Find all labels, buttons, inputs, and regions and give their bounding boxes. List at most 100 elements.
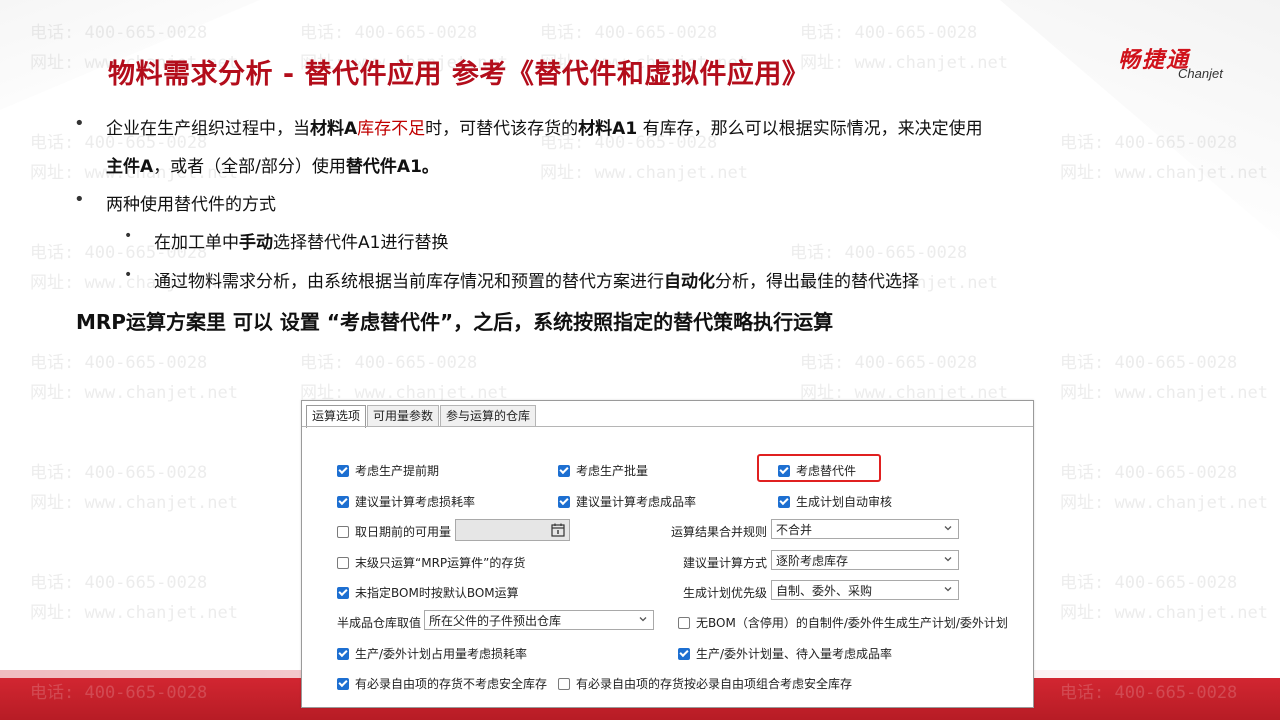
text-run-bold: 替代件A1。: [345, 157, 439, 177]
text-run: 在加工单中: [154, 233, 239, 253]
priority-label: 生成计划优先级: [683, 586, 768, 600]
watermark: 电话: 400-665-0028 网址: www.chanjet.net: [30, 573, 238, 623]
option-loss-rate[interactable]: 建议量计算考虑损耗率: [337, 493, 475, 510]
option-label: 建议量计算考虑成品率: [576, 495, 697, 509]
option-last-level[interactable]: 末级只运算“MRP运算件”的存货: [337, 554, 525, 571]
text-run: 选择替代件A1进行替换: [273, 233, 449, 253]
watermark: 电话: 400-665-0028 网址: www.chanjet.net: [1060, 573, 1268, 623]
checkbox-checked[interactable]: [558, 495, 570, 508]
text-run-bold: 材料A: [310, 119, 358, 139]
merge-rule-select[interactable]: 不合并: [771, 519, 959, 539]
sub-bullet-2: 通过物料需求分析，由系统根据当前库存情况和预置的替代方案进行自动化分析，得出最佳…: [154, 267, 919, 292]
select-value: 所在父件的子件预出仓库: [429, 613, 562, 628]
chevron-down-icon: [639, 617, 647, 622]
checkbox-checked[interactable]: [337, 464, 349, 477]
text-run-bold: 材料A1: [578, 119, 638, 139]
semi-warehouse-select[interactable]: 所在父件的子件预出仓库: [424, 610, 654, 630]
paragraph-1-line-1: 企业在生产组织过程中，当材料A库存不足时，可替代该存货的材料A1 有库存，那么可…: [106, 114, 983, 139]
option-batch[interactable]: 考虑生产批量: [558, 462, 648, 479]
text-run: 通过物料需求分析，由系统根据当前库存情况和预置的替代方案进行: [154, 272, 664, 292]
page-title: 物料需求分析 - 替代件应用 参考《替代件和虚拟件应用》: [108, 59, 810, 90]
tab-availability-params[interactable]: 可用量参数: [367, 405, 440, 426]
select-value: 自制、委外、采购: [776, 583, 873, 598]
option-lead-time[interactable]: 考虑生产提前期: [337, 462, 439, 479]
option-plan-yield[interactable]: 生产/委外计划量、待入量考虑成品率: [678, 645, 892, 662]
calc-method-label: 建议量计算方式: [683, 556, 768, 570]
watermark: 电话: 400-665-0028: [30, 683, 208, 703]
option-label: 末级只运算“MRP运算件”的存货: [355, 556, 526, 570]
text-run: ，或者（全部/部分）使用: [153, 157, 346, 177]
chanjet-logo: 畅捷通 Chanjet: [1112, 42, 1252, 82]
checkbox-unchecked[interactable]: [678, 616, 690, 629]
checkbox-checked[interactable]: [778, 495, 790, 508]
bullet-dot: •: [74, 189, 85, 210]
checkbox-checked[interactable]: [678, 647, 690, 660]
sub-bullet-1: 在加工单中手动选择替代件A1进行替换: [154, 228, 448, 253]
watermark: 电话: 400-665-0028 网址: www.chanjet.net: [1060, 463, 1268, 513]
chevron-down-icon: [944, 526, 952, 531]
option-prior-date[interactable]: 取日期前的可用量: [337, 523, 451, 540]
option-no-bom[interactable]: 无BOM（含停用）的自制件/委外件生成生产计划/委外计划: [678, 614, 1008, 631]
watermark: 电话: 400-665-0028: [1060, 683, 1238, 703]
watermark: 电话: 400-665-0028 网址: www.chanjet.net: [800, 353, 1008, 403]
mrp-options-dialog: 运算选项 可用量参数 参与运算的仓库 考虑生产提前期 考虑生产批量 考虑替代件 …: [301, 400, 1034, 708]
priority-select[interactable]: 自制、委外、采购: [771, 580, 959, 600]
text-run-red: 库存不足: [357, 119, 426, 139]
option-label: 取日期前的可用量: [355, 525, 452, 539]
watermark: 电话: 400-665-0028 网址: www.chanjet.net: [30, 353, 238, 403]
tab-calc-options[interactable]: 运算选项: [306, 405, 367, 428]
option-label: 生成计划自动审核: [796, 495, 893, 509]
option-yield-rate[interactable]: 建议量计算考虑成品率: [558, 493, 696, 510]
option-free-no-safety[interactable]: 有必录自由项的存货不考虑安全库存: [337, 675, 547, 692]
text-run-bold: 自动化: [664, 272, 715, 292]
watermark: 电话: 400-665-0028 网址: www.chanjet.net: [800, 23, 1008, 73]
text-run-bold: 主件A: [106, 157, 154, 177]
checkbox-checked[interactable]: [337, 647, 349, 660]
highlight-box: [757, 454, 881, 482]
checkbox-checked[interactable]: [337, 586, 349, 599]
option-label: 有必录自由项的存货按必录自由项组合考虑安全库存: [576, 677, 853, 691]
tab-warehouses[interactable]: 参与运算的仓库: [440, 405, 537, 426]
calendar-icon[interactable]: [551, 523, 565, 537]
calc-method-select[interactable]: 逐阶考虑库存: [771, 550, 959, 570]
watermark: 电话: 400-665-0028 网址: www.chanjet.net: [1060, 353, 1268, 403]
bullet-dot: •: [74, 113, 85, 134]
option-label: 无BOM（含停用）的自制件/委外件生成生产计划/委外计划: [696, 616, 1008, 630]
checkbox-checked[interactable]: [337, 495, 349, 508]
sub-bullet-dot: •: [124, 267, 133, 283]
sub-bullet-dot: •: [124, 228, 133, 244]
tab-bar: 运算选项 可用量参数 参与运算的仓库: [306, 405, 537, 428]
watermark: 电话: 400-665-0028 网址: www.chanjet.net: [300, 353, 508, 403]
paragraph-2: 两种使用替代件的方式: [106, 195, 276, 215]
watermark: 电话: 400-665-0028 网址: www.chanjet.net: [1060, 133, 1268, 183]
semi-warehouse-label: 半成品仓库取值: [337, 616, 422, 630]
paragraph-1-line-2: 主件A，或者（全部/部分）使用替代件A1。: [106, 152, 439, 177]
checkbox-unchecked[interactable]: [337, 525, 349, 538]
checkbox-checked[interactable]: [558, 464, 570, 477]
select-value: 不合并: [776, 522, 813, 537]
text-run-bold: 手动: [239, 233, 273, 253]
option-plan-loss[interactable]: 生产/委外计划占用量考虑损耗率: [337, 645, 527, 662]
option-label: 考虑生产提前期: [355, 464, 440, 478]
logo-en-text: Chanjet: [1178, 66, 1223, 81]
chevron-down-icon: [944, 557, 952, 562]
option-label: 考虑生产批量: [576, 464, 649, 478]
text-run: 分析，得出最佳的替代选择: [715, 272, 919, 292]
option-label: 有必录自由项的存货不考虑安全库存: [355, 677, 548, 691]
option-auto-audit[interactable]: 生成计划自动审核: [778, 493, 892, 510]
option-label: 建议量计算考虑损耗率: [355, 495, 476, 509]
checkbox-unchecked[interactable]: [558, 677, 570, 690]
merge-rule-label: 运算结果合并规则: [671, 525, 768, 539]
checkbox-unchecked[interactable]: [337, 556, 349, 569]
option-label: 生产/委外计划占用量考虑损耗率: [355, 647, 528, 661]
option-label: 生产/委外计划量、待入量考虑成品率: [696, 647, 893, 661]
checkbox-checked[interactable]: [337, 677, 349, 690]
date-picker[interactable]: [455, 519, 570, 541]
option-default-bom[interactable]: 未指定BOM时按默认BOM运算: [337, 584, 519, 601]
text-run: 有库存，那么可以根据实际情况，来决定使用: [637, 119, 983, 139]
tab-divider: [302, 426, 1033, 427]
text-run: 企业在生产组织过程中，当: [106, 119, 310, 139]
watermark: 电话: 400-665-0028 网址: www.chanjet.net: [30, 463, 238, 513]
mrp-note: MRP运算方案里 可以 设置 “考虑替代件”，之后，系统按照指定的替代策略执行运…: [76, 310, 834, 334]
option-free-combo-safety[interactable]: 有必录自由项的存货按必录自由项组合考虑安全库存: [558, 675, 852, 692]
